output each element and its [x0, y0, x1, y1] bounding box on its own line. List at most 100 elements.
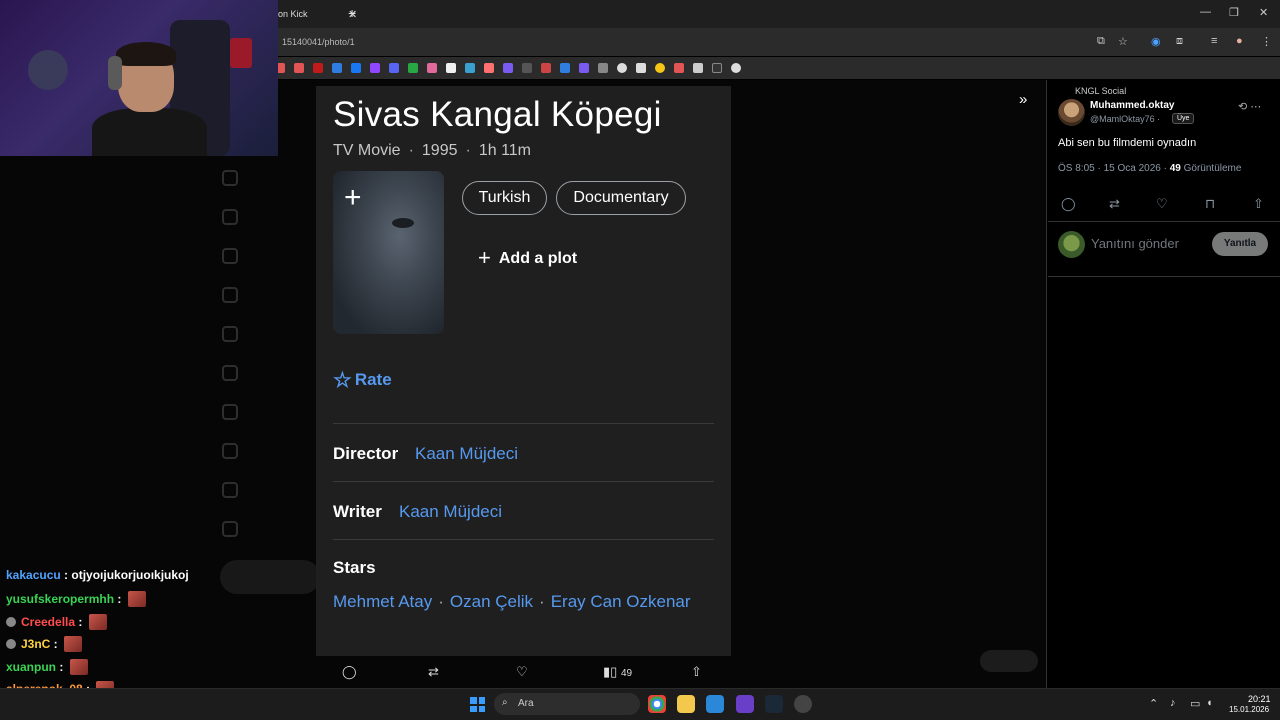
microphone-icon[interactable]: ♪ [1170, 697, 1176, 709]
post-more-icon[interactable]: ⟲ ⋯ [1238, 100, 1261, 113]
bookmark-icon[interactable] [465, 63, 475, 73]
media-share-icon[interactable]: ⇧ [691, 664, 702, 680]
bookmark-icon[interactable] [370, 63, 380, 73]
author-avatar[interactable] [1058, 99, 1085, 126]
bookmark-icon[interactable] [560, 63, 570, 73]
media-views[interactable]: ▮▯ 49 [603, 664, 632, 680]
chat-username[interactable]: J3nC [21, 637, 50, 651]
bookmark-icon[interactable] [294, 63, 304, 73]
extension-icon[interactable]: ◉ [1151, 35, 1161, 48]
taskbar-search[interactable]: Ara [494, 693, 640, 715]
bookmark-icon[interactable] [636, 63, 646, 73]
like-icon[interactable]: ♡ [1156, 196, 1168, 212]
file-explorer-icon[interactable] [677, 695, 695, 713]
reply-button[interactable]: Yanıtla [1212, 232, 1268, 256]
user-badge-icon [6, 617, 16, 627]
clock-time[interactable]: 20:21 [1248, 694, 1271, 704]
new-tab-icon[interactable]: + [348, 5, 356, 21]
browser-menu-icon[interactable]: ⋮ [1261, 35, 1272, 48]
add-plot-button[interactable]: + Add a plot [478, 245, 577, 271]
star-link[interactable]: Eray Can Ozkenar [551, 592, 691, 611]
post-meta: ÖS 8:05 · 15 Oca 2026 · 49 Görüntüleme [1058, 163, 1241, 174]
emote-icon [88, 614, 107, 630]
media-reply-icon[interactable]: ◯ [342, 664, 357, 680]
bookmark-icon[interactable] [313, 63, 323, 73]
profile-icon[interactable]: ● [1236, 35, 1243, 47]
expand-panel-icon[interactable]: » [1019, 91, 1027, 108]
star-link[interactable]: Mehmet Atay [333, 592, 432, 611]
bookmark-icon[interactable] [541, 63, 551, 73]
movie-type: TV Movie [333, 142, 401, 159]
start-icon[interactable] [470, 697, 485, 712]
bookmark-icon[interactable] [693, 63, 703, 73]
add-plot-label: Add a plot [498, 250, 578, 267]
window-close-icon[interactable]: ✕ [1259, 6, 1268, 19]
divider [1048, 276, 1280, 277]
chrome-app-icon[interactable] [648, 695, 666, 713]
network-icon[interactable]: ▭ [1190, 697, 1200, 710]
chat-message: J3nC : [6, 636, 83, 652]
chat-message: Creedella : [6, 614, 107, 630]
add-to-watchlist-icon[interactable]: + [344, 181, 362, 215]
dimmed-post-button [220, 560, 320, 594]
bookmark-icon[interactable] [427, 63, 437, 73]
bookmark-icon[interactable] [522, 63, 532, 73]
app-icon[interactable] [794, 695, 812, 713]
post-timestamp[interactable]: ÖS 8:05 · 15 Oca 2026 · [1058, 163, 1167, 174]
bookmark-icon[interactable] [332, 63, 342, 73]
bookmark-icon[interactable] [598, 63, 608, 73]
clock-date[interactable]: 15.01.2026 [1229, 705, 1269, 714]
volume-icon[interactable]: ◖ [1206, 697, 1213, 709]
media-like-icon[interactable]: ♡ [516, 664, 528, 680]
chat-username[interactable]: Creedella [21, 615, 75, 629]
author-handle[interactable]: @MamlOktay76 · [1090, 114, 1160, 124]
minimize-icon[interactable]: — [1200, 6, 1211, 18]
writer-link[interactable]: Kaan Müjdeci [399, 502, 502, 522]
bookmark-icon[interactable] [389, 63, 399, 73]
chat-username[interactable]: yusufskeropermhh [6, 592, 114, 606]
webcam-overlay [0, 0, 278, 156]
bookmark-icon[interactable] [674, 63, 684, 73]
bookmark-icon[interactable] [712, 63, 722, 73]
star-link[interactable]: Ozan Çelik [450, 592, 533, 611]
bookmark-icon[interactable] [351, 63, 361, 73]
genre-chip[interactable]: Documentary [556, 181, 686, 215]
reply-icon[interactable]: ◯ [1061, 196, 1076, 212]
bookmark-star-icon[interactable]: ☆ [1118, 35, 1128, 48]
movie-meta: TV Movie · 1995 · 1h 11m [333, 142, 532, 159]
movie-title: Sivas Kangal Köpegi [333, 95, 662, 134]
bookmark-icon[interactable] [408, 63, 418, 73]
share-icon[interactable]: ⇧ [1253, 196, 1264, 212]
rate-button[interactable]: ☆ Rate [333, 368, 392, 393]
media-repost-icon[interactable]: ⇄ [428, 664, 439, 680]
bookmark-icon[interactable] [655, 63, 665, 73]
install-app-icon[interactable]: ⧉ [1097, 35, 1105, 48]
director-label: Director [333, 444, 399, 463]
bookmark-icon[interactable] [484, 63, 494, 73]
bookmark-icon[interactable] [579, 63, 589, 73]
app-icon[interactable] [736, 695, 754, 713]
chat-username[interactable]: kakacucu [6, 568, 61, 582]
url-text[interactable]: 15140041/photo/1 [282, 37, 355, 47]
extensions-puzzle-icon[interactable]: ⧈ [1176, 35, 1183, 48]
director-link[interactable]: Kaan Müjdeci [415, 444, 518, 464]
maximize-icon[interactable]: ❐ [1229, 6, 1239, 19]
stars-list: Mehmet Atay · Ozan Çelik · Eray Can Ozkenar [333, 592, 691, 611]
genre-chip[interactable]: Turkish [462, 181, 547, 215]
repost-icon[interactable]: ⇄ [1109, 196, 1120, 212]
photos-app-icon[interactable] [706, 695, 724, 713]
community-label[interactable]: KNGL Social [1075, 86, 1126, 96]
bookmark-icon[interactable] [503, 63, 513, 73]
bookmark-icon[interactable] [617, 63, 627, 73]
author-name[interactable]: Muhammed.oktay [1090, 100, 1174, 111]
tab-search-icon[interactable]: ≡ [1211, 35, 1217, 47]
post-text: Abi sen bu filmdemi oynadın [1058, 137, 1197, 149]
bookmark-icon[interactable] [731, 63, 741, 73]
chat-username[interactable]: xuanpun [6, 660, 56, 674]
bookmark-icon[interactable]: ⊓ [1205, 196, 1215, 212]
bookmark-icon[interactable] [446, 63, 456, 73]
tray-chevron-icon[interactable]: ⌃ [1149, 697, 1158, 710]
reply-input[interactable]: Yanıtını gönder [1091, 236, 1179, 251]
dimmed-right-sidebar [812, 80, 1046, 688]
steam-icon[interactable] [765, 695, 783, 713]
